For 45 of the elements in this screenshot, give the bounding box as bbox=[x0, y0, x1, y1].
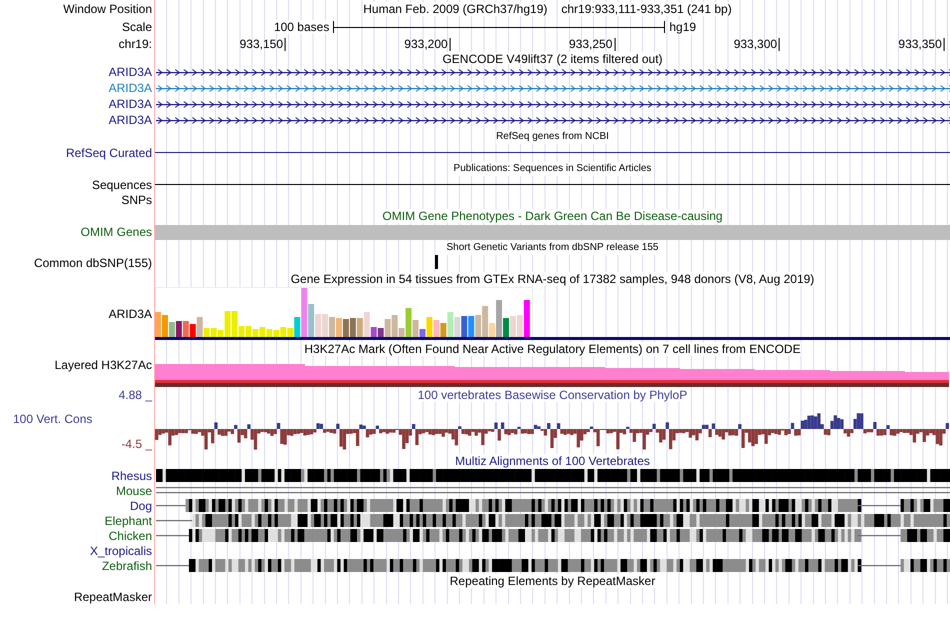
ruler-tick: 933,250 bbox=[569, 38, 616, 51]
species-label[interactable]: Zebrafish bbox=[102, 558, 152, 572]
assembly-title: Human Feb. 2009 (GRCh37/hg19) bbox=[363, 2, 548, 16]
scale-text: 100 bases bbox=[274, 20, 330, 34]
track-title: Repeating Elements by RepeatMasker bbox=[450, 574, 656, 588]
position-title: chr19:933,111-933,351 (241 bp) bbox=[561, 2, 732, 16]
ruler-tick: 933,300 bbox=[734, 38, 780, 51]
species-label[interactable]: Rhesus bbox=[111, 468, 152, 482]
species-label[interactable]: Mouse bbox=[116, 484, 152, 498]
species-label[interactable]: Dog bbox=[130, 498, 152, 512]
track-label[interactable]: RefSeq Curated bbox=[66, 146, 152, 160]
track-label[interactable]: Sequences bbox=[92, 178, 152, 192]
ruler-tick: 933,150 bbox=[240, 38, 286, 51]
track-title: H3K27Ac Mark (Often Found Near Active Regulatory Elements) on 7 cell lines from ENCODE bbox=[304, 342, 801, 356]
axis-max-label: 4.88 _ bbox=[118, 388, 152, 402]
gene-label[interactable]: ARID3A bbox=[108, 97, 152, 111]
track-label[interactable]: 100 Vert. Cons bbox=[13, 412, 92, 426]
track-label[interactable]: OMIM Genes bbox=[80, 225, 152, 239]
track-title: Gene Expression in 54 tissues from GTEx RNA-seq of 17382 samples, 948 donors (V8, Aug 2019) bbox=[290, 272, 814, 286]
assembly-name: hg19 bbox=[669, 20, 696, 34]
track-label[interactable]: RepeatMasker bbox=[74, 590, 152, 604]
track-title: Publications: Sequences in Scientific Articles bbox=[454, 162, 652, 176]
track-label[interactable]: ARID3A bbox=[108, 306, 152, 320]
species-label[interactable]: X_tropicalis bbox=[90, 544, 152, 558]
row-label: chr19: bbox=[118, 37, 152, 51]
track-label[interactable]: Layered H3K27Ac bbox=[54, 358, 152, 372]
track-title: Multiz Alignments of 100 Vertebrates bbox=[455, 454, 650, 468]
species-label[interactable]: Elephant bbox=[104, 514, 152, 528]
track-label[interactable]: SNPs bbox=[121, 192, 152, 206]
track-label[interactable]: Common dbSNP(155) bbox=[34, 256, 152, 270]
row-label: Window Position bbox=[63, 2, 152, 16]
gene-label[interactable]: ARID3A bbox=[108, 65, 152, 79]
track-title: GENCODE V49lift37 (2 items filtered out) bbox=[442, 52, 663, 66]
row-label: Scale bbox=[122, 20, 152, 34]
axis-min-label: -4.5 _ bbox=[121, 437, 152, 451]
gene-label[interactable]: ARID3A bbox=[108, 113, 152, 127]
track-title: Short Genetic Variants from dbSNP release 155 bbox=[446, 240, 658, 254]
gene-label[interactable]: ARID3A bbox=[108, 81, 152, 95]
track-title: OMIM Gene Phenotypes - Dark Green Can Be Disease-causing bbox=[382, 208, 723, 222]
track-title: 100 vertebrates Basewise Conservation by PhyloP bbox=[418, 388, 688, 402]
ruler-tick: 933,350 bbox=[898, 38, 945, 51]
species-label[interactable]: Chicken bbox=[108, 528, 152, 542]
track-title: RefSeq genes from NCBI bbox=[496, 130, 609, 144]
ruler-tick: 933,200 bbox=[404, 38, 451, 51]
variant-tick bbox=[435, 255, 438, 269]
